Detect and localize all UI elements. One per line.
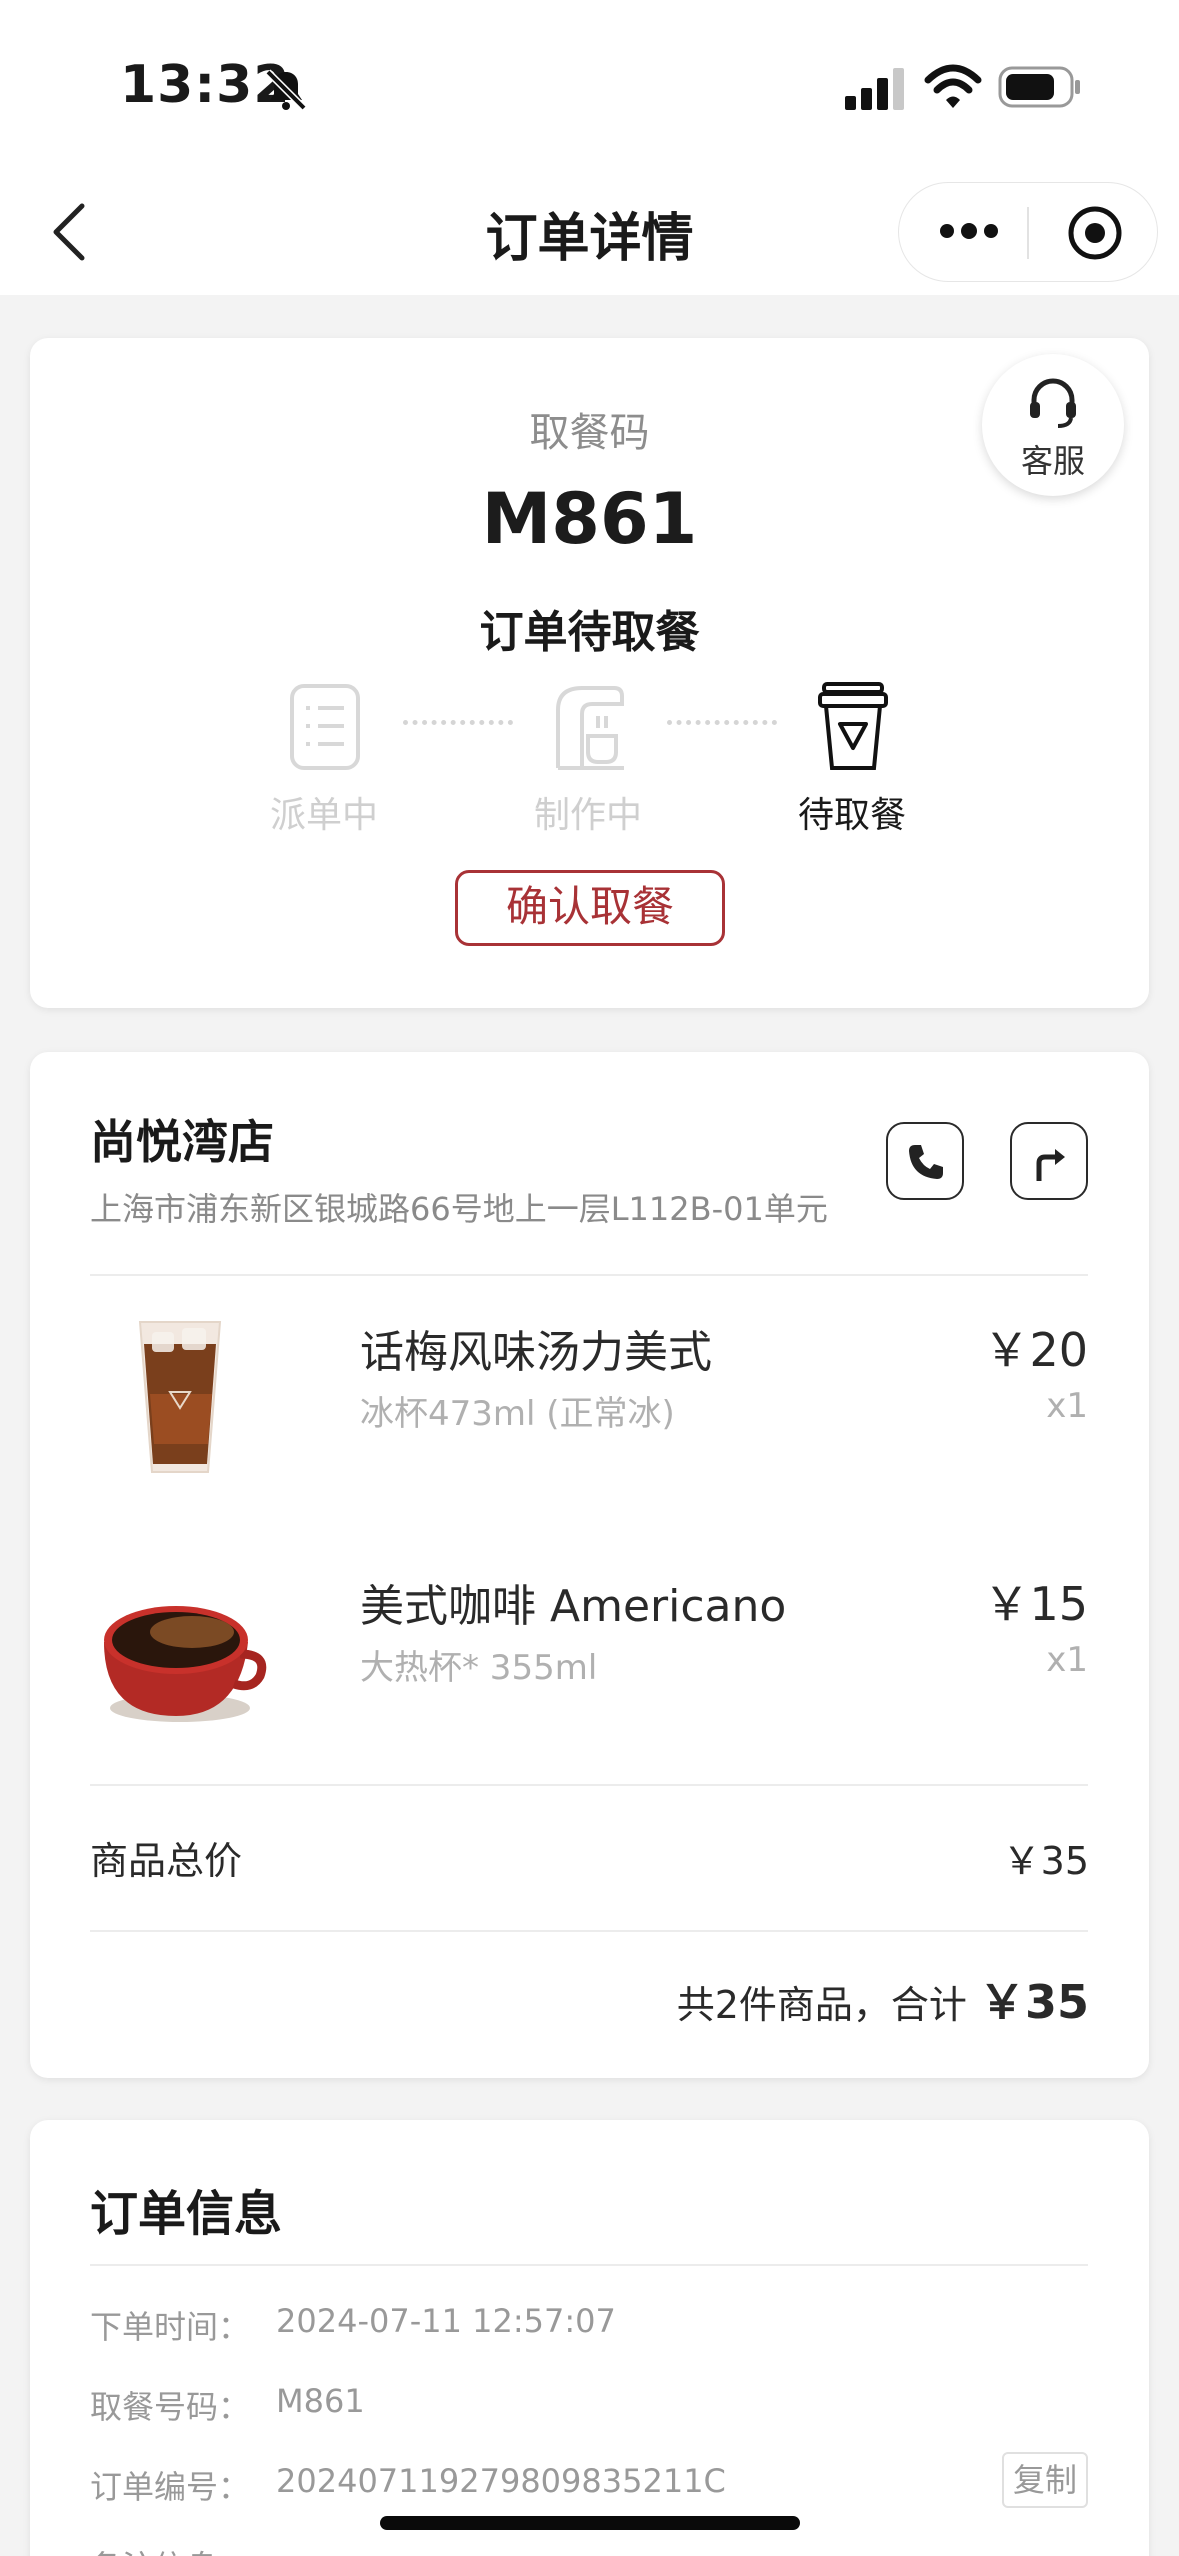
battery-icon	[998, 66, 1080, 108]
order-item: 话梅风味汤力美式 冰杯473ml (正常冰) ￥20 x1	[90, 1304, 1088, 1494]
navigate-button[interactable]	[1010, 1122, 1088, 1200]
info-key: 取餐号码：	[90, 2388, 251, 2426]
subtotal-value: ￥35	[1002, 1839, 1089, 1883]
bell-muted-icon	[265, 69, 307, 111]
cellular-signal-icon	[845, 68, 904, 110]
confirm-pickup-button[interactable]: 确认取餐	[455, 870, 725, 946]
info-row-remarks: 备注信息：	[90, 2542, 1088, 2556]
hot-coffee-image	[104, 1606, 267, 1722]
step-label: 制作中	[533, 795, 642, 836]
divider	[90, 1930, 1088, 1932]
screen: 13:32 订单详情 取餐码 M861 订单待取餐 客服 派单中 制作中 待取餐…	[0, 0, 1179, 2556]
nav-bar: 订单详情	[0, 170, 1179, 295]
store-address: 上海市浦东新区银城路66号地上一层L112B-01单元	[90, 1190, 828, 1228]
phone-icon	[909, 1145, 943, 1179]
divider	[90, 1784, 1088, 1786]
step-label: 派单中	[269, 795, 378, 836]
step-making: 制作中	[498, 680, 678, 840]
info-key: 订单编号：	[90, 2468, 251, 2506]
order-status: 订单待取餐	[479, 607, 700, 658]
subtotal-label: 商品总价	[90, 1839, 243, 1883]
step-dispatching: 派单中	[234, 680, 414, 840]
info-row-order-time: 下单时间： 2024-07-11 12:57:07	[90, 2302, 1088, 2352]
item-price: ￥15	[983, 1577, 1088, 1631]
home-indicator[interactable]	[380, 2516, 800, 2530]
divider	[90, 2264, 1088, 2266]
pickup-card: 取餐码 M861 订单待取餐 客服 派单中 制作中 待取餐 确认取餐	[30, 338, 1149, 1008]
step-label: 待取餐	[797, 795, 906, 836]
iced-coffee-image	[138, 1321, 222, 1473]
info-row-pickup-number: 取餐号码： M861	[90, 2382, 1088, 2432]
customer-service-label: 客服	[1020, 442, 1085, 480]
step-ready-for-pickup: 待取餐	[762, 680, 942, 840]
step-connector	[667, 720, 777, 726]
info-value: 2024-07-11 12:57:07	[276, 2302, 616, 2340]
info-row-order-number: 订单编号： 202407119279809835211C 复制	[90, 2452, 1088, 2512]
takeaway-cup-icon	[818, 682, 888, 770]
info-key: 备注信息：	[90, 2542, 250, 2556]
miniprogram-capsule	[898, 182, 1158, 282]
customer-service-button[interactable]: 客服	[982, 354, 1124, 496]
item-spec: 大热杯* 355ml	[360, 1648, 598, 1688]
item-name: 美式咖啡 Americano	[360, 1581, 787, 1632]
close-target-icon[interactable]	[1067, 205, 1123, 261]
order-info-card: 订单信息 下单时间： 2024-07-11 12:57:07 取餐号码： M86…	[30, 2120, 1149, 2556]
order-list-icon	[290, 684, 360, 770]
info-value: 202407119279809835211C	[276, 2462, 726, 2500]
capsule-divider	[1027, 207, 1029, 259]
item-spec: 冰杯473ml (正常冰)	[360, 1394, 675, 1434]
item-quantity: x1	[1046, 1386, 1088, 1426]
item-quantity: x1	[1046, 1640, 1088, 1680]
info-value: M861	[276, 2382, 365, 2420]
order-total: 共2件商品，合计 ￥35	[677, 1966, 1089, 2032]
headset-icon	[1030, 378, 1076, 428]
wifi-icon	[924, 64, 982, 108]
copy-order-number-button[interactable]: 复制	[1002, 2452, 1088, 2508]
total-value: ￥35	[978, 1975, 1089, 2029]
more-icon[interactable]	[939, 219, 999, 243]
store-card: 尚悦湾店 上海市浦东新区银城路66号地上一层L112B-01单元 话梅风味汤力美…	[30, 1052, 1149, 2078]
order-item: 美式咖啡 Americano 大热杯* 355ml ￥15 x1	[90, 1558, 1088, 1748]
pickup-code: M861	[481, 478, 698, 560]
order-info-title: 订单信息	[90, 2186, 283, 2242]
call-store-button[interactable]	[886, 1122, 964, 1200]
item-name: 话梅风味汤力美式	[360, 1327, 712, 1378]
directions-icon	[1036, 1149, 1065, 1181]
item-price: ￥20	[983, 1323, 1088, 1377]
step-connector	[403, 720, 513, 726]
status-bar: 13:32	[0, 0, 1179, 170]
store-name: 尚悦湾店	[90, 1115, 274, 1169]
total-prefix: 共2件商品，合计	[676, 1983, 967, 2027]
info-key: 下单时间：	[90, 2308, 251, 2346]
coffee-machine-icon	[556, 686, 624, 770]
divider	[90, 1274, 1088, 1276]
